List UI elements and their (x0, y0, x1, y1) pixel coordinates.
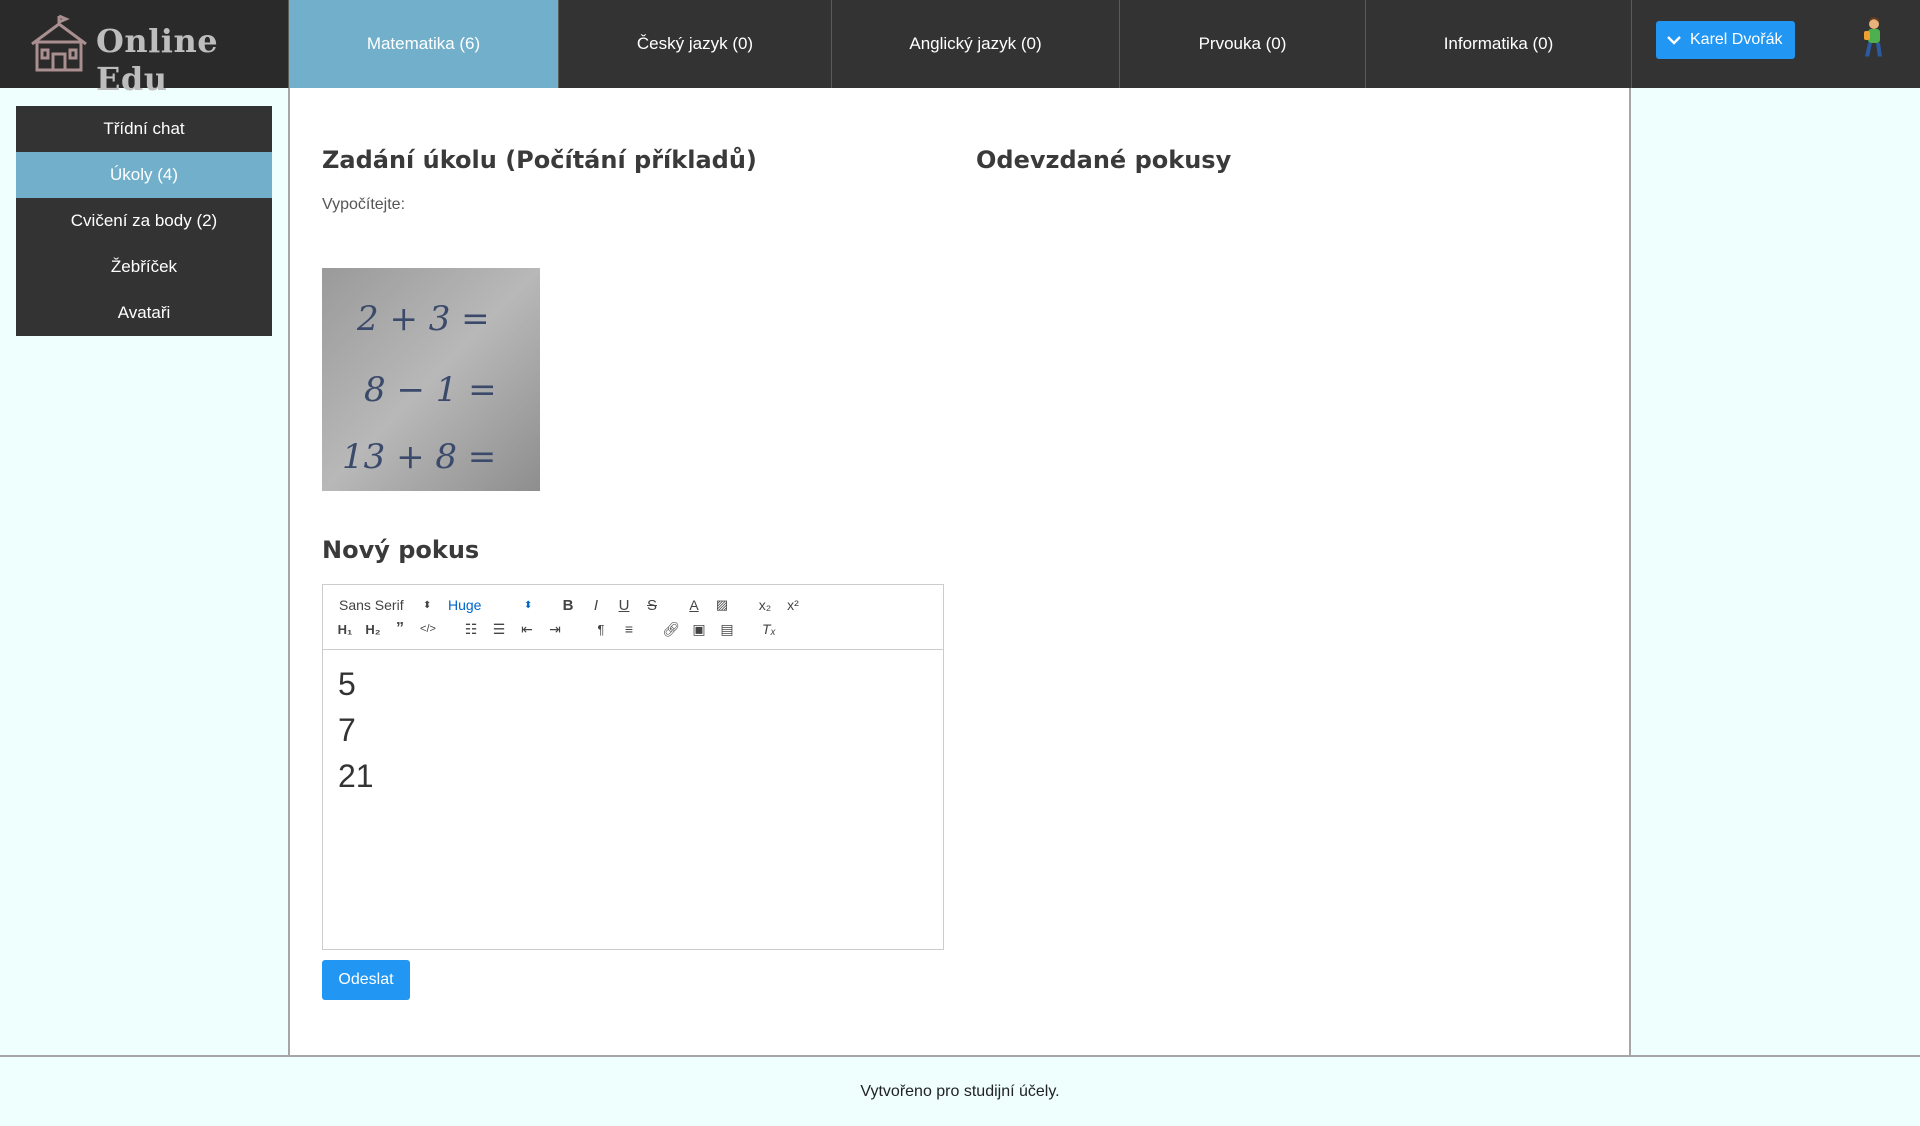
editor-line: 21 (338, 758, 374, 794)
tab-prvouka[interactable]: Prvouka (0) (1119, 0, 1365, 88)
font-size-value: Huge (448, 597, 482, 613)
code-block-icon[interactable]: </> (417, 619, 439, 639)
task-title: Zadání úkolu (Počítání příkladů) (322, 146, 757, 174)
school-building-icon (31, 14, 87, 72)
footer-text: Vytvořeno pro studijní účely. (860, 1082, 1060, 1100)
underline-icon[interactable]: U (615, 595, 633, 615)
ordered-list-icon[interactable]: ☷ (461, 619, 481, 639)
top-bar: Online Edu Matematika (6) Český jazyk (0… (0, 0, 1920, 98)
align-icon[interactable]: ≡ (619, 619, 639, 639)
text-color-icon[interactable]: A (685, 595, 703, 615)
clear-format-icon[interactable]: Tₓ (759, 619, 779, 639)
heading-1-icon[interactable]: H₁ (335, 619, 355, 639)
chevron-down-icon (1667, 36, 1681, 45)
outdent-icon[interactable]: ⇤ (517, 619, 537, 639)
new-attempt-title: Nový pokus (322, 536, 480, 564)
blockquote-icon[interactable]: ” (391, 619, 409, 639)
sidebar-item-ukoly[interactable]: Úkoly (4) (16, 152, 272, 198)
sidebar-item-tridni-chat[interactable]: Třídní chat (16, 106, 272, 152)
superscript-icon[interactable]: x² (783, 595, 803, 615)
editor-line: 5 (338, 666, 356, 702)
font-family-select[interactable]: Sans Serif ⬍ (339, 595, 439, 615)
video-icon[interactable]: ▤ (717, 619, 737, 639)
task-image: 2 + 3 = 8 − 1 = 13 + 8 = (322, 268, 540, 491)
italic-icon[interactable]: I (587, 595, 605, 615)
editor-content[interactable]: 5 7 21 (338, 661, 374, 799)
sidebar-item-cviceni[interactable]: Cvičení za body (2) (16, 198, 272, 244)
editor-toolbar: Sans Serif ⬍ Huge ⬍ B I U S A ▨ x₂ x² H₁… (323, 585, 943, 650)
user-name: Karel Dvořák (1690, 31, 1783, 48)
select-arrows-icon: ⬍ (423, 599, 432, 611)
rich-text-editor[interactable]: Sans Serif ⬍ Huge ⬍ B I U S A ▨ x₂ x² H₁… (322, 584, 944, 950)
attempts-title: Odevzdané pokusy (976, 146, 1232, 174)
tab-informatika[interactable]: Informatika (0) (1365, 0, 1632, 88)
indent-icon[interactable]: ⇥ (545, 619, 565, 639)
image-icon[interactable]: ▣ (689, 619, 709, 639)
sidebar-item-avatari[interactable]: Avataři (16, 290, 272, 336)
subscript-icon[interactable]: x₂ (755, 595, 775, 615)
heading-2-icon[interactable]: H₂ (363, 619, 383, 639)
task-description: Vypočítejte: (322, 196, 406, 213)
select-arrows-icon: ⬍ (524, 599, 533, 611)
font-family-value: Sans Serif (339, 597, 404, 613)
logo-text: Online Edu (96, 22, 219, 98)
font-size-select[interactable]: Huge ⬍ (448, 595, 538, 615)
bold-icon[interactable]: B (559, 595, 577, 615)
sidebar: Třídní chat Úkoly (4) Cvičení za body (2… (16, 106, 272, 336)
tab-matematika[interactable]: Matematika (6) (288, 0, 558, 88)
footer: Vytvořeno pro studijní účely. (0, 1055, 1920, 1126)
submit-button[interactable]: Odeslat (322, 960, 410, 1000)
task-image-line-3: 13 + 8 = (342, 437, 496, 477)
user-menu-button[interactable]: Karel Dvořák (1656, 21, 1795, 59)
sidebar-item-zebricek[interactable]: Žebříček (16, 244, 272, 290)
background-color-icon[interactable]: ▨ (713, 595, 731, 615)
task-image-line-2: 8 − 1 = (364, 370, 497, 410)
main-content: Zadání úkolu (Počítání příkladů) Vypočít… (288, 88, 1631, 1055)
bullet-list-icon[interactable]: ☰ (489, 619, 509, 639)
text-direction-icon[interactable]: ¶ (591, 619, 611, 639)
task-image-line-1: 2 + 3 = (356, 299, 490, 339)
strike-icon[interactable]: S (643, 595, 661, 615)
logo[interactable]: Online Edu (0, 0, 288, 98)
tab-anglicky-jazyk[interactable]: Anglický jazyk (0) (831, 0, 1119, 88)
editor-line: 7 (338, 712, 356, 748)
link-icon[interactable]: 🔗︎ (661, 619, 681, 639)
tab-cesky-jazyk[interactable]: Český jazyk (0) (558, 0, 831, 88)
avatar-icon[interactable] (1856, 17, 1890, 61)
